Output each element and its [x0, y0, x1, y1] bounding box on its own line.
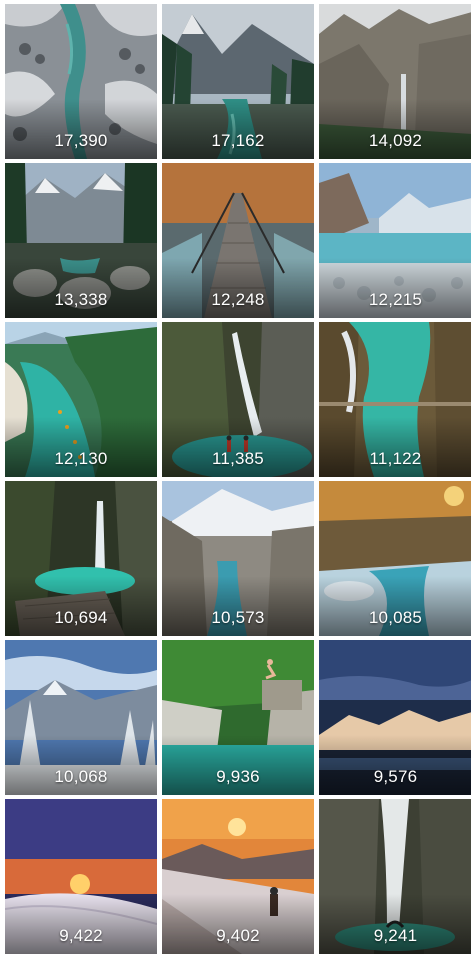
view-count: 9,241 — [373, 926, 418, 945]
view-count: 12,215 — [368, 290, 423, 309]
photo-tile[interactable]: 9,422 — [5, 799, 157, 954]
photo-tile[interactable]: 17,162 — [162, 4, 314, 159]
view-count: 10,085 — [368, 608, 423, 627]
view-count: 17,162 — [211, 131, 265, 150]
photo-tile[interactable]: 12,215 — [319, 163, 471, 318]
photo-tile[interactable]: 9,241 — [319, 799, 471, 954]
photo-tile[interactable]: 10,573 — [162, 481, 314, 636]
view-count: 12,248 — [211, 290, 265, 309]
photo-tile[interactable]: 10,085 — [319, 481, 471, 636]
view-count: 10,694 — [54, 608, 108, 627]
photo-tile[interactable]: 11,122 — [319, 322, 471, 477]
view-count: 17,390 — [54, 131, 108, 150]
view-count: 13,338 — [54, 290, 108, 309]
photo-tile[interactable]: 12,130 — [5, 322, 157, 477]
view-count: 9,422 — [59, 926, 103, 945]
view-count: 9,936 — [216, 767, 260, 786]
photo-tile[interactable]: 17,390 — [5, 4, 157, 159]
photo-grid: 17,390 17,162 14,092 13,338 12,248 12,21… — [0, 0, 471, 954]
view-count: 12,130 — [54, 449, 108, 468]
photo-tile[interactable]: 9,936 — [162, 640, 314, 795]
view-count: 14,092 — [368, 131, 423, 150]
view-count: 11,122 — [369, 449, 422, 468]
photo-tile[interactable]: 10,694 — [5, 481, 157, 636]
view-count: 9,576 — [373, 767, 418, 786]
view-count: 10,068 — [54, 767, 108, 786]
photo-tile[interactable]: 12,248 — [162, 163, 314, 318]
photo-tile[interactable]: 9,402 — [162, 799, 314, 954]
view-count: 10,573 — [211, 608, 265, 627]
photo-tile[interactable]: 9,576 — [319, 640, 471, 795]
photo-tile[interactable]: 14,092 — [319, 4, 471, 159]
view-count: 9,402 — [216, 926, 260, 945]
view-count: 11,385 — [212, 449, 264, 468]
photo-tile[interactable]: 11,385 — [162, 322, 314, 477]
photo-tile[interactable]: 10,068 — [5, 640, 157, 795]
photo-tile[interactable]: 13,338 — [5, 163, 157, 318]
